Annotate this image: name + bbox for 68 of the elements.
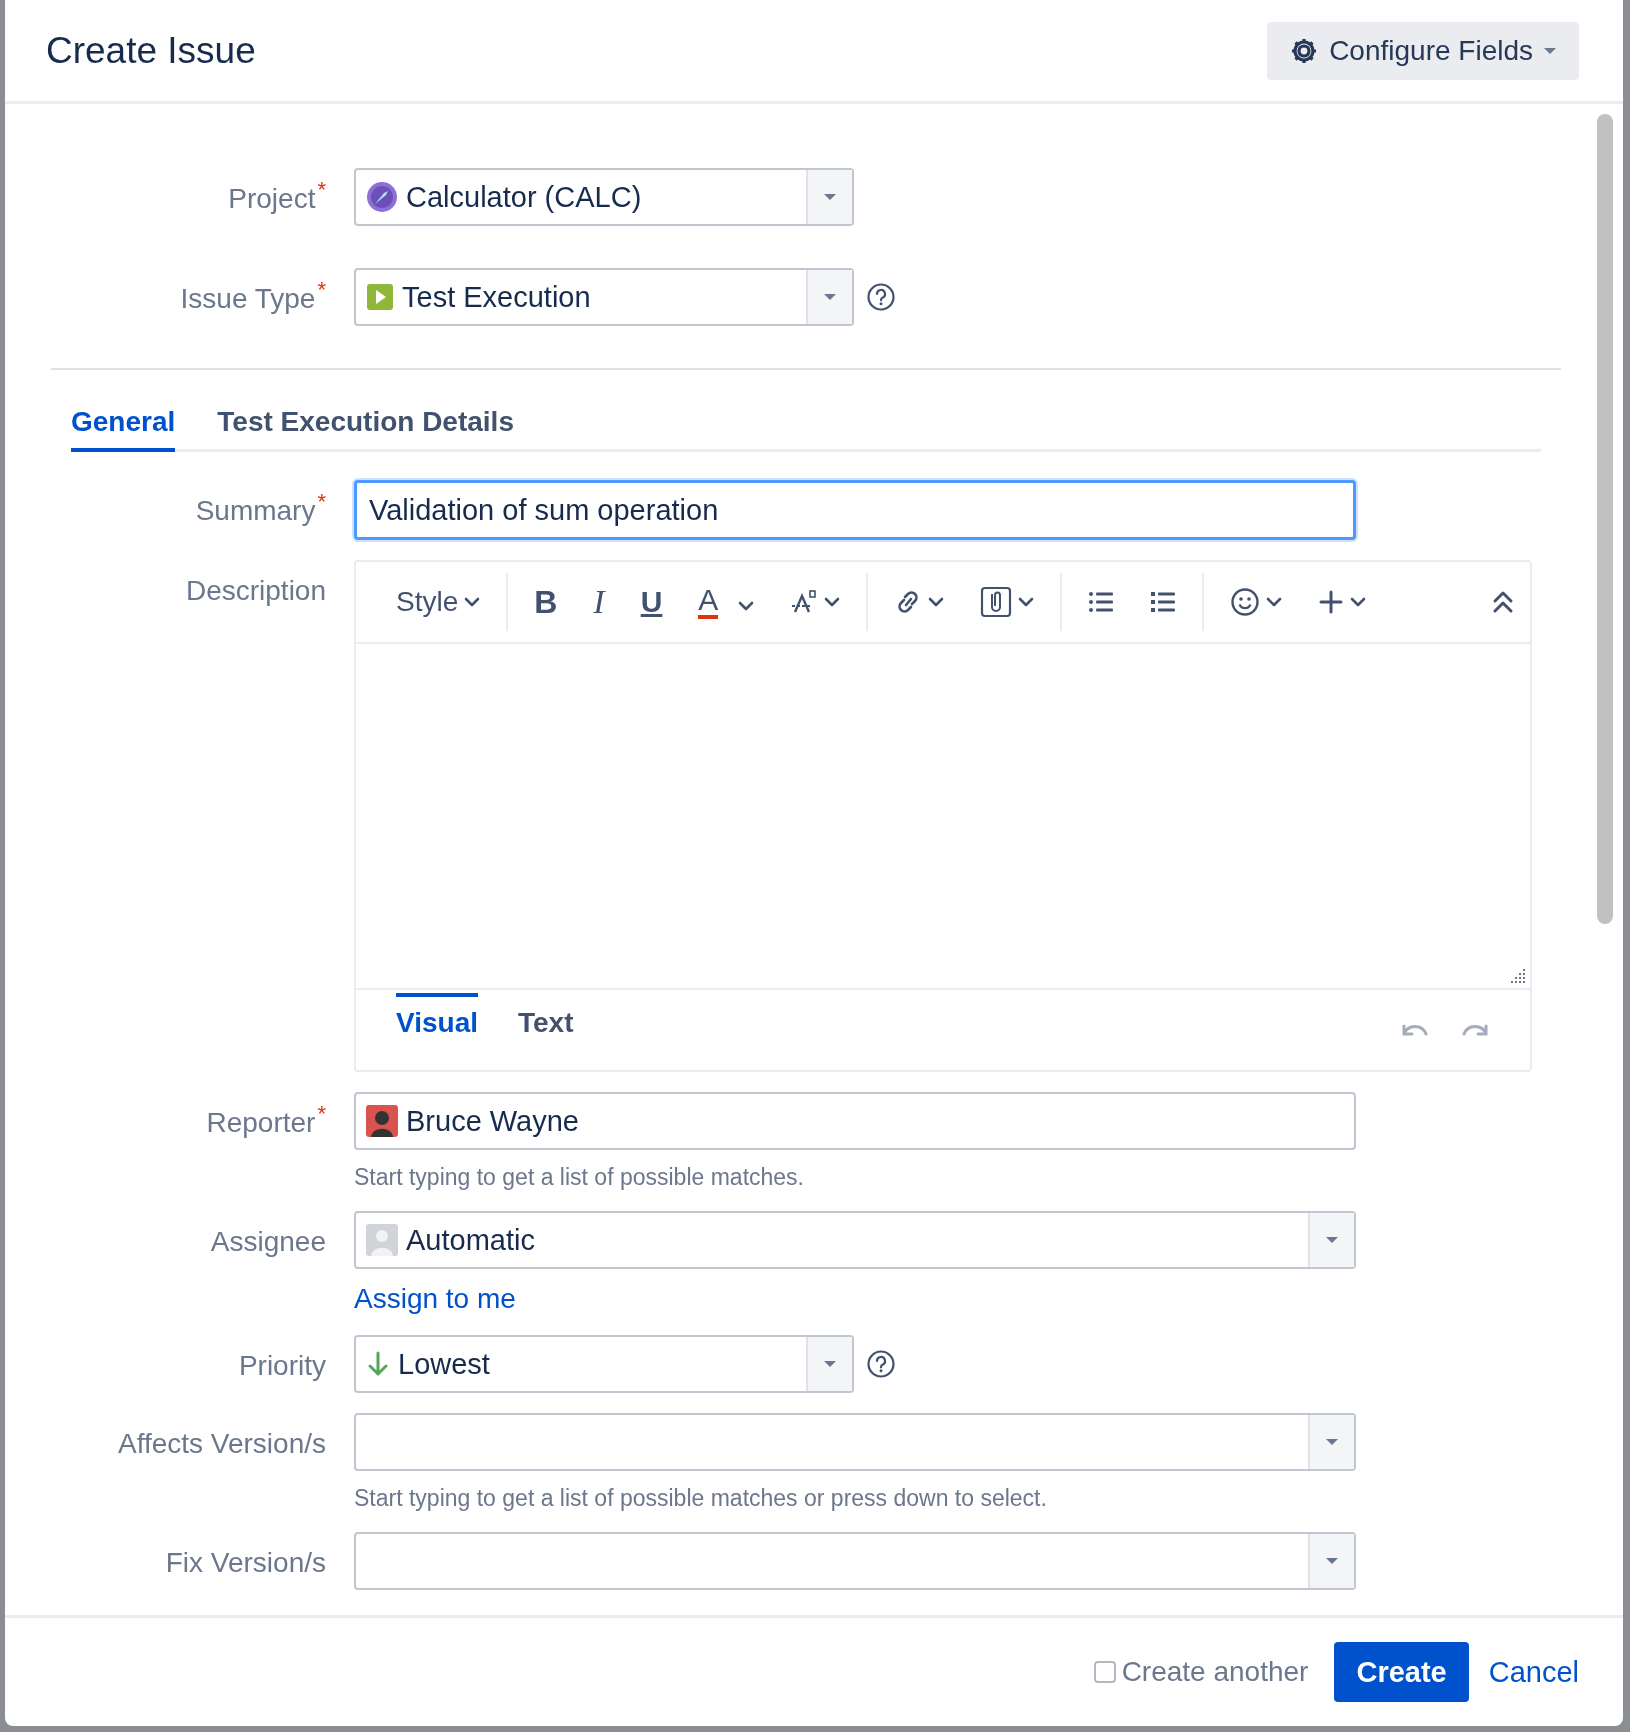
editor-mode-tab[interactable]: Visual (396, 993, 478, 1053)
numbered-list-icon (1150, 590, 1177, 614)
field-hint: Start typing to get a list of possible matches or press down to select. (354, 1485, 1047, 1512)
cancel-link[interactable]: Cancel (1488, 1655, 1579, 1689)
chevron-down-icon (738, 601, 755, 611)
attachment-icon (980, 586, 1013, 618)
dialog-title: Create Issue (46, 29, 256, 72)
chevron-down-icon (1018, 597, 1035, 607)
tab[interactable]: General (71, 400, 176, 452)
italic-button[interactable]: I (577, 579, 621, 625)
caret-down-icon (823, 1360, 837, 1368)
editor-mode-tab[interactable]: Text (518, 993, 574, 1053)
field-label: Issue Type (180, 283, 316, 314)
select-field[interactable]: Lowest (354, 1335, 854, 1393)
chevron-down-icon (1350, 597, 1367, 607)
plus-icon (1318, 589, 1345, 615)
style-dropdown[interactable]: Style (380, 579, 497, 625)
chevron-down-icon (824, 597, 841, 607)
create-another-checkbox[interactable]: Create another (1087, 1655, 1315, 1689)
select-field[interactable] (354, 1532, 1356, 1590)
field-label: Affects Version/s (117, 1428, 326, 1459)
scrollbar-thumb[interactable] (1597, 114, 1613, 924)
bullet-list-icon (1088, 590, 1115, 614)
text-color-button[interactable]: A (682, 579, 771, 625)
caret-down-icon (1543, 46, 1557, 55)
help-icon[interactable] (866, 1349, 896, 1379)
project-avatar-icon (366, 181, 398, 213)
select-field[interactable]: Calculator (CALC) (354, 168, 854, 226)
help-icon[interactable] (866, 282, 896, 312)
field-label: Assignee (210, 1226, 326, 1257)
configure-fields-button[interactable]: Configure Fields (1267, 21, 1579, 80)
select-field[interactable]: Automatic (354, 1211, 1356, 1269)
underline-button[interactable]: U (624, 579, 679, 625)
create-button[interactable]: Create (1334, 1642, 1469, 1702)
field-label: Description (185, 575, 326, 606)
required-marker: * (317, 177, 326, 202)
rich-text-editor[interactable]: Style B I U A Visual Text (354, 560, 1532, 1072)
chevron-down-icon (464, 597, 481, 607)
field-label: Priority (238, 1350, 326, 1381)
tab[interactable]: Test Execution Details (217, 400, 514, 452)
caret-down-icon (823, 193, 837, 201)
field-label: Reporter (206, 1107, 316, 1138)
field-label: Project (228, 183, 316, 214)
select-field[interactable]: Test Execution (354, 268, 854, 326)
caret-down-icon (1325, 1236, 1339, 1244)
resize-grip-icon[interactable] (1508, 966, 1526, 984)
required-marker: * (317, 489, 326, 514)
assign-to-me-link[interactable]: Assign to me (354, 1283, 516, 1315)
user-avatar-icon (366, 1105, 398, 1137)
field-label: Summary (195, 495, 316, 526)
caret-down-icon (1325, 1557, 1339, 1565)
required-marker: * (317, 1101, 326, 1126)
summary-field[interactable]: Validation of sum operation (354, 480, 1356, 540)
caret-down-icon (1325, 1438, 1339, 1446)
field-label: Fix Version/s (165, 1547, 326, 1578)
chevron-down-icon (928, 597, 945, 607)
user-avatar-icon (366, 1224, 398, 1256)
required-marker: * (317, 277, 326, 302)
chevron-down-icon (1266, 597, 1283, 607)
select-field[interactable] (354, 1413, 1356, 1471)
user-field[interactable]: Bruce Wayne (354, 1092, 1356, 1150)
bold-button[interactable]: B (518, 579, 574, 625)
play-square-icon (366, 283, 394, 311)
smiley-icon (1230, 587, 1261, 617)
caret-down-icon (823, 293, 837, 301)
collapse-icon[interactable] (1492, 589, 1514, 615)
field-hint: Start typing to get a list of possible matches. (354, 1164, 804, 1191)
arrow-down-icon (366, 1350, 390, 1378)
